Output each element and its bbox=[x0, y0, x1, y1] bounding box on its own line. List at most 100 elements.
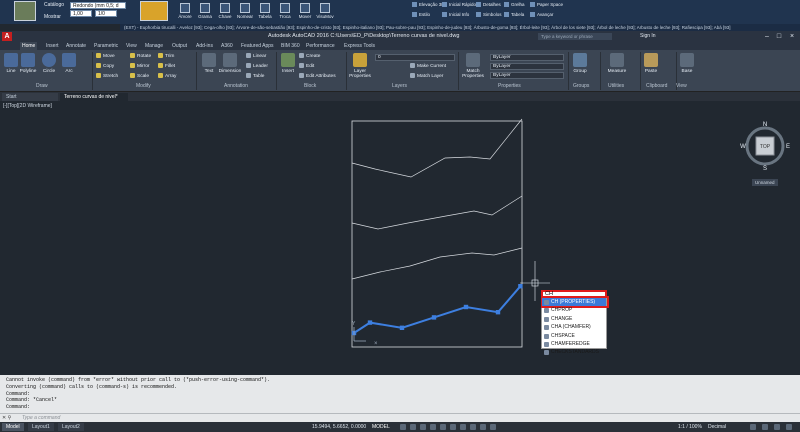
osnap-icon[interactable] bbox=[440, 424, 446, 430]
contour-line-3[interactable] bbox=[351, 247, 523, 280]
draw-panel-title[interactable]: Draw bbox=[36, 83, 48, 89]
autocomplete-item[interactable]: CHPROP bbox=[542, 306, 606, 314]
text-button[interactable]: Text bbox=[200, 53, 218, 74]
trim-button[interactable]: Trim bbox=[158, 53, 174, 60]
fillet-button[interactable]: Fillet bbox=[158, 63, 175, 70]
autocad-logo[interactable]: A bbox=[2, 32, 12, 41]
small-tool-4b[interactable]: Tabela bbox=[504, 12, 524, 17]
customize-icon[interactable] bbox=[786, 424, 792, 430]
close-icon[interactable]: × bbox=[787, 32, 797, 41]
view-panel-title[interactable]: View bbox=[676, 83, 687, 89]
table-button[interactable]: Table bbox=[246, 73, 264, 80]
stretch-button[interactable]: Stretch bbox=[96, 73, 118, 80]
plant-preview[interactable] bbox=[140, 1, 168, 21]
block-panel-title[interactable]: Block bbox=[304, 83, 316, 89]
tab-drawing[interactable]: Terreno curvas de nivel* bbox=[60, 93, 128, 101]
measure-button[interactable]: Measure bbox=[606, 53, 628, 74]
copy-button[interactable]: Copy bbox=[96, 63, 114, 70]
layer-properties-button[interactable]: Layer Properties bbox=[349, 53, 371, 79]
small-tool-5a[interactable]: Paper Space bbox=[530, 2, 563, 7]
search-input[interactable]: Type a keyword or phrase bbox=[538, 33, 612, 40]
contour-line-1[interactable] bbox=[351, 118, 523, 178]
compass-east[interactable]: E bbox=[786, 144, 790, 150]
autocomplete-item[interactable]: CH (PROPERTIES) bbox=[542, 298, 606, 307]
plugin-button-5[interactable]: Tabela bbox=[256, 2, 274, 22]
model-space-toggle[interactable]: MODEL bbox=[372, 424, 390, 430]
annotation-panel-title[interactable]: Annotation bbox=[224, 83, 248, 89]
small-tool-3a[interactable]: Detalhes bbox=[476, 2, 501, 7]
edit-attributes-button[interactable]: Edit Attributes bbox=[299, 73, 336, 80]
vertex-grip[interactable] bbox=[463, 304, 469, 310]
contour-line-2[interactable] bbox=[351, 195, 523, 230]
autocomplete-item[interactable]: CHA (CHAMFER) bbox=[542, 323, 606, 331]
compass-west[interactable]: W bbox=[740, 144, 746, 150]
plugin-button-2[interactable]: Grama bbox=[196, 2, 214, 22]
scale-button[interactable]: Scale bbox=[130, 73, 149, 80]
small-tool-1a[interactable]: Elevação 3D bbox=[412, 2, 445, 7]
lineweight-dropdown[interactable]: ByLayer bbox=[490, 72, 564, 79]
rotate-button[interactable]: Rotate bbox=[130, 53, 151, 60]
small-tool-3b[interactable]: Simbolos bbox=[476, 12, 502, 17]
linetype-dropdown[interactable]: ByLayer bbox=[490, 63, 564, 70]
selection-cycle-icon[interactable] bbox=[480, 424, 486, 430]
tab-featured-apps[interactable]: Featured Apps bbox=[239, 42, 276, 50]
transparency-icon[interactable] bbox=[470, 424, 476, 430]
tab-parametric[interactable]: Parametric bbox=[92, 42, 120, 50]
compass-south[interactable]: S bbox=[763, 166, 767, 171]
tab-insert[interactable]: Insert bbox=[44, 42, 61, 50]
polar-icon[interactable] bbox=[430, 424, 436, 430]
autocomplete-item[interactable]: CHAMFEREDGE bbox=[542, 340, 606, 348]
lineweight-icon[interactable] bbox=[460, 424, 466, 430]
vertex-grip[interactable] bbox=[495, 310, 501, 315]
tab-add-ins[interactable]: Add-ins bbox=[194, 42, 215, 50]
coordinate-readout[interactable]: 15.9494, 5.6652, 0.0000 bbox=[312, 424, 366, 430]
model-space[interactable]: Y × bbox=[0, 101, 800, 375]
tab-output[interactable]: Output bbox=[170, 42, 189, 50]
wcs-menu[interactable]: Unnamed bbox=[752, 179, 778, 186]
properties-panel-title[interactable]: Properties bbox=[498, 83, 521, 89]
selected-polyline[interactable] bbox=[351, 284, 523, 336]
tab-express-tools[interactable]: Express Tools bbox=[342, 42, 377, 50]
vertex-grip[interactable] bbox=[367, 320, 373, 325]
tab-view[interactable]: View bbox=[124, 42, 139, 50]
isolate-icon[interactable] bbox=[762, 424, 768, 430]
minimize-icon[interactable]: – bbox=[762, 32, 772, 41]
size-dropdown[interactable]: 1,00 bbox=[70, 10, 92, 17]
drawing-area[interactable]: [-][Top][2D Wireframe] Y × TOP N S E W U… bbox=[0, 101, 800, 375]
plugin-button-7[interactable]: Mover bbox=[296, 2, 314, 22]
sign-in-button[interactable]: Sign In bbox=[640, 33, 656, 39]
tab-a360[interactable]: A360 bbox=[219, 42, 235, 50]
command-input[interactable]: Type a command bbox=[22, 415, 60, 421]
tab-home[interactable]: Home bbox=[20, 42, 38, 50]
match-layer-button[interactable]: Match Layer bbox=[410, 73, 443, 80]
snap-icon[interactable] bbox=[410, 424, 416, 430]
compass-north[interactable]: N bbox=[763, 122, 767, 128]
clipboard-panel-title[interactable]: Clipboard bbox=[646, 83, 667, 89]
dimension-button[interactable]: Dimension bbox=[218, 53, 242, 74]
small-tool-5b[interactable]: Avançar bbox=[530, 12, 553, 17]
annotation-scale[interactable]: 1:1 / 100% bbox=[678, 424, 702, 430]
group-button[interactable]: Group bbox=[571, 53, 589, 74]
plugin-button-6[interactable]: Troca bbox=[276, 2, 294, 22]
paste-button[interactable]: Paste bbox=[642, 53, 660, 74]
match-properties-button[interactable]: Match Properties bbox=[462, 53, 484, 79]
material-dropdown[interactable]: Redondo (mm 0,5; d bbox=[70, 2, 126, 9]
plugin-button-1[interactable]: Árvore bbox=[176, 2, 194, 22]
vertex-grip[interactable] bbox=[399, 325, 405, 330]
arc-button[interactable]: Arc bbox=[60, 53, 78, 74]
small-tool-2b[interactable]: Inicial Info bbox=[442, 12, 469, 17]
tab-performance[interactable]: Performance bbox=[304, 42, 337, 50]
edit-block-button[interactable]: Edit bbox=[299, 63, 314, 70]
vertex-grip[interactable] bbox=[518, 284, 523, 289]
autocomplete-item[interactable]: CHSPACE bbox=[542, 332, 606, 340]
otrack-icon[interactable] bbox=[450, 424, 456, 430]
leader-button[interactable]: Leader bbox=[246, 63, 268, 70]
tab-start[interactable]: Start bbox=[2, 93, 58, 101]
tab-bim360[interactable]: BIM 360 bbox=[279, 42, 302, 50]
viewcube[interactable]: TOP N S E W bbox=[740, 121, 790, 171]
tab-layout1[interactable]: Layout1 bbox=[28, 423, 54, 431]
utilities-panel-title[interactable]: Utilities bbox=[608, 83, 624, 89]
color-dropdown[interactable]: ByLayer bbox=[490, 54, 564, 61]
plugin-button-8[interactable]: VisuMov bbox=[316, 2, 334, 22]
array-button[interactable]: Array bbox=[158, 73, 176, 80]
